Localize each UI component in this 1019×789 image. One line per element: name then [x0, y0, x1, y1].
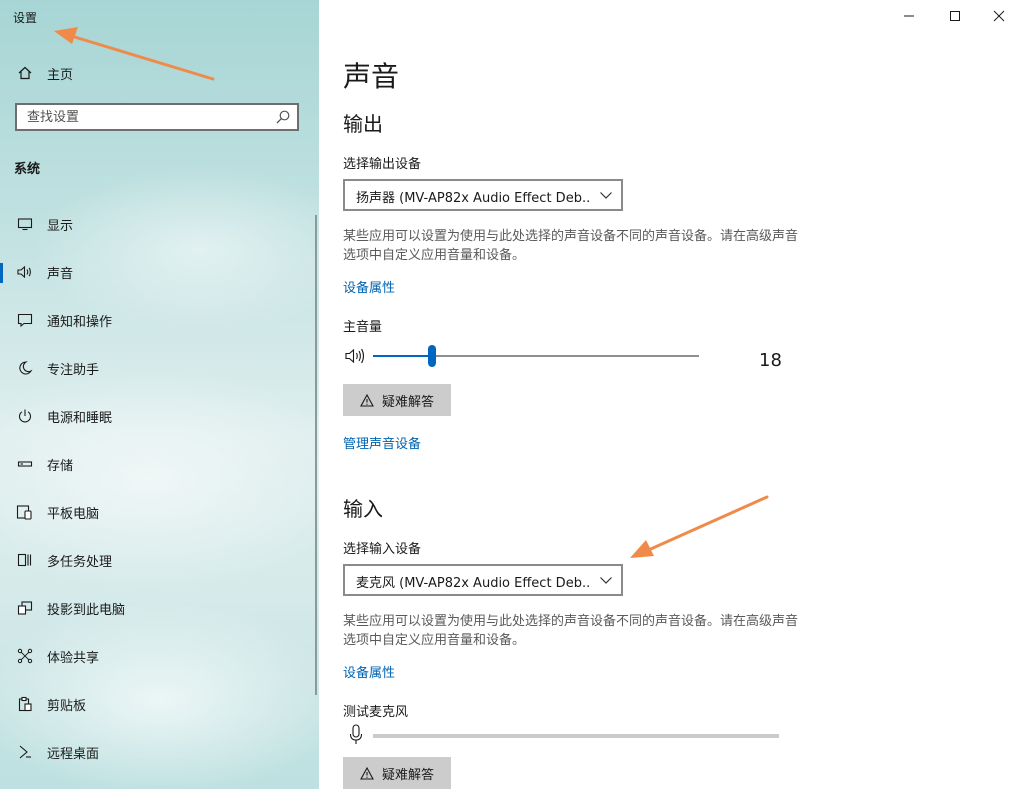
sidebar-item-sound[interactable]: 声音 — [0, 252, 319, 292]
app-title: 设置 — [13, 11, 38, 25]
search-input[interactable] — [17, 105, 267, 129]
volume-slider[interactable] — [373, 345, 699, 367]
volume-speaker-icon[interactable] — [344, 347, 368, 369]
sidebar-item-label: 存储 — [47, 458, 74, 474]
microphone-icon — [349, 724, 363, 750]
notification-icon — [16, 311, 34, 329]
share-icon — [16, 647, 34, 665]
search-icon[interactable] — [275, 109, 291, 125]
sidebar-item-storage[interactable]: 存储 — [0, 444, 319, 484]
home-icon — [16, 64, 34, 82]
output-select-label: 选择输出设备 — [343, 157, 422, 172]
sidebar-item-focus-assist[interactable]: 专注助手 — [0, 348, 319, 388]
troubleshoot-label: 疑难解答 — [381, 767, 434, 783]
warning-icon — [360, 393, 374, 407]
sidebar: 设置 主页 系统 显示 声音 通知和操作 — [0, 0, 319, 789]
mic-level-meter — [373, 734, 779, 738]
monitor-icon — [16, 215, 34, 233]
output-description: 某些应用可以设置为使用与此处选择的声音设备不同的声音设备。请在高级声音选项中自定… — [343, 229, 799, 263]
input-troubleshoot-button[interactable]: 疑难解答 — [343, 757, 451, 789]
sidebar-item-remote-desktop[interactable]: 远程桌面 — [0, 732, 319, 772]
sidebar-item-label: 专注助手 — [47, 362, 100, 378]
sidebar-item-label: 主页 — [47, 67, 74, 83]
input-device-dropdown[interactable]: 麦克风 (MV-AP82x Audio Effect Deb... — [343, 564, 623, 596]
clipboard-icon — [16, 695, 34, 713]
warning-icon — [360, 766, 374, 780]
main-content: 声音 输出 选择输出设备 扬声器 (MV-AP82x Audio Effect … — [319, 0, 1019, 789]
sidebar-item-label: 投影到此电脑 — [47, 602, 126, 618]
sidebar-item-label: 声音 — [47, 266, 74, 282]
sidebar-item-clipboard[interactable]: 剪贴板 — [0, 684, 319, 724]
speaker-icon — [16, 263, 34, 281]
search-box[interactable] — [15, 103, 299, 131]
input-select-label: 选择输入设备 — [343, 542, 422, 557]
moon-icon — [16, 359, 34, 377]
sidebar-item-shared-experiences[interactable]: 体验共享 — [0, 636, 319, 676]
sidebar-item-power-sleep[interactable]: 电源和睡眠 — [0, 396, 319, 436]
sidebar-item-tablet[interactable]: 平板电脑 — [0, 492, 319, 532]
output-device-properties-link[interactable]: 设备属性 — [343, 277, 395, 296]
sidebar-item-project[interactable]: 投影到此电脑 — [0, 588, 319, 628]
input-device-properties-link[interactable]: 设备属性 — [343, 662, 395, 681]
manage-sound-devices-link[interactable]: 管理声音设备 — [343, 433, 421, 452]
sidebar-item-label: 显示 — [47, 218, 74, 234]
project-icon — [16, 599, 34, 617]
page-title: 声音 — [343, 60, 400, 93]
sidebar-item-label: 远程桌面 — [47, 746, 100, 762]
input-heading: 输入 — [343, 497, 383, 521]
output-device-dropdown[interactable]: 扬声器 (MV-AP82x Audio Effect Deb... — [343, 179, 623, 211]
power-icon — [16, 407, 34, 425]
volume-value: 18 — [759, 350, 782, 371]
input-description: 某些应用可以设置为使用与此处选择的声音设备不同的声音设备。请在高级声音选项中自定… — [343, 614, 799, 648]
input-device-value: 麦克风 (MV-AP82x Audio Effect Deb... — [356, 576, 591, 591]
multitask-icon — [16, 551, 34, 569]
sidebar-item-notifications[interactable]: 通知和操作 — [0, 300, 319, 340]
test-mic-label: 测试麦克风 — [343, 705, 409, 720]
volume-slider-thumb[interactable] — [428, 345, 436, 367]
sidebar-item-label: 多任务处理 — [47, 554, 113, 570]
chevron-down-icon — [599, 574, 613, 586]
section-title: 系统 — [14, 162, 41, 177]
storage-icon — [16, 455, 34, 473]
sidebar-item-home[interactable]: 主页 — [0, 53, 319, 93]
sidebar-item-multitasking[interactable]: 多任务处理 — [0, 540, 319, 580]
sidebar-item-label: 体验共享 — [47, 650, 100, 666]
output-heading: 输出 — [343, 112, 383, 136]
volume-label: 主音量 — [343, 320, 383, 335]
sidebar-item-label: 电源和睡眠 — [47, 410, 113, 426]
remote-desktop-icon — [16, 743, 34, 761]
sidebar-item-label: 通知和操作 — [47, 314, 113, 330]
sidebar-item-display[interactable]: 显示 — [0, 204, 319, 244]
chevron-down-icon — [599, 189, 613, 201]
sidebar-item-label: 平板电脑 — [47, 506, 100, 522]
output-troubleshoot-button[interactable]: 疑难解答 — [343, 384, 451, 416]
volume-slider-fill — [373, 355, 432, 357]
troubleshoot-label: 疑难解答 — [381, 394, 434, 410]
output-device-value: 扬声器 (MV-AP82x Audio Effect Deb... — [356, 191, 591, 206]
sidebar-item-label: 剪贴板 — [47, 698, 87, 714]
tablet-icon — [16, 503, 34, 521]
